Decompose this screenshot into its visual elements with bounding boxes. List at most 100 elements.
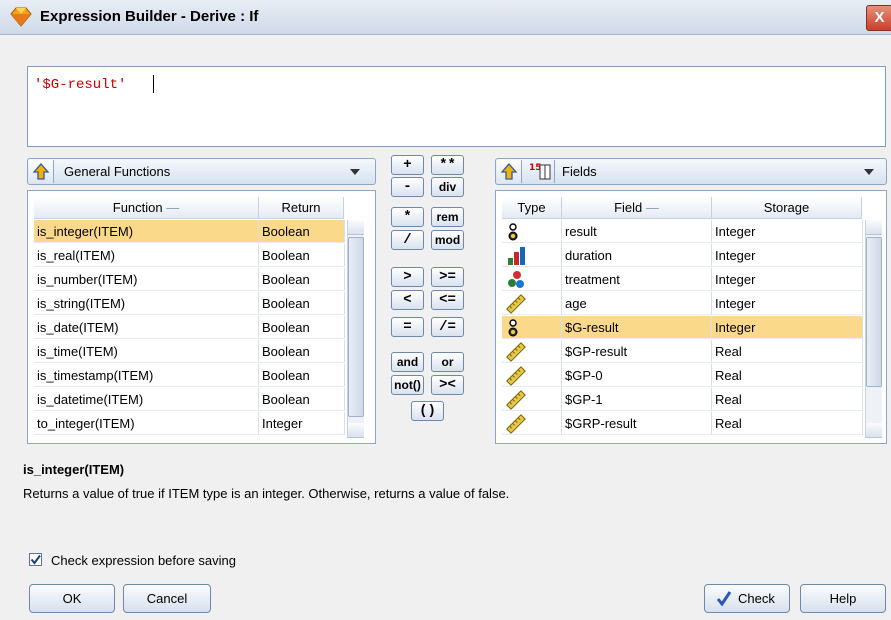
chevron-down-icon (864, 169, 874, 175)
operator-button[interactable]: >= (431, 267, 464, 287)
field-type-cell (502, 268, 562, 291)
field-row[interactable]: result Integer (502, 220, 863, 243)
scroll-up-button[interactable] (866, 220, 882, 235)
checkmark-icon (30, 554, 41, 565)
function-name: is_datetime(ITEM) (34, 388, 259, 411)
field-row[interactable]: $GP-0 Real (502, 364, 863, 387)
field-storage: Real (712, 340, 863, 363)
operator-button[interactable]: mod (431, 230, 464, 250)
function-row[interactable]: is_time(ITEM) Boolean (34, 340, 345, 363)
check-before-saving-checkbox[interactable] (29, 553, 42, 566)
operator-button[interactable]: > (391, 267, 424, 287)
function-return-type: Boolean (259, 340, 345, 363)
function-return-type: Boolean (259, 364, 345, 387)
scroll-down-button[interactable] (348, 423, 364, 438)
function-category-dropdown[interactable]: General Functions (27, 158, 376, 185)
functions-list: is_integer(ITEM) Boolean is_real(ITEM) Bool… (34, 220, 345, 440)
scroll-thumb[interactable] (866, 237, 882, 387)
operator-button[interactable]: /= (431, 317, 464, 337)
operator-button[interactable]: - (391, 177, 424, 197)
continuous-bar-icon (508, 247, 525, 265)
function-name: is_string(ITEM) (34, 292, 259, 315)
scroll-up-button[interactable] (348, 220, 364, 235)
field-column-label: Field (614, 200, 643, 215)
function-row[interactable]: is_real(ITEM) Boolean (34, 244, 345, 267)
operator-button[interactable]: and (391, 352, 424, 372)
cancel-button[interactable]: Cancel (123, 584, 211, 613)
field-type-cell (502, 364, 562, 387)
function-return-type: Boolean (259, 268, 345, 291)
column-header-type[interactable]: Type (502, 197, 562, 219)
operator-button[interactable]: () (411, 401, 444, 421)
field-type-cell (502, 244, 562, 267)
chevron-down-icon (350, 169, 360, 175)
flag-icon (508, 223, 518, 241)
column-header-return[interactable]: Return (259, 197, 344, 219)
scroll-thumb[interactable] (348, 237, 364, 417)
function-row[interactable]: is_datetime(ITEM) Boolean (34, 388, 345, 411)
expression-editor[interactable]: '$G-result' (27, 66, 886, 147)
function-name: is_number(ITEM) (34, 268, 259, 291)
type-column-label: Type (517, 200, 546, 215)
field-row[interactable]: $GP-result Real (502, 340, 863, 363)
scroll-down-button[interactable] (866, 423, 882, 438)
field-row[interactable]: $GP-1 Real (502, 388, 863, 411)
operator-button[interactable]: >< (431, 375, 464, 395)
ruler-icon (506, 294, 526, 314)
field-category-dropdown[interactable]: 15 Fields (495, 158, 887, 185)
ruler-icon (506, 342, 526, 362)
field-row[interactable]: duration Integer (502, 244, 863, 267)
dialog-window: Expression Builder - Derive : If X '$G-r… (0, 0, 891, 620)
field-row[interactable]: age Integer (502, 292, 863, 315)
operator-button[interactable]: or (431, 352, 464, 372)
field-row[interactable]: $GRP-result Real (502, 412, 863, 435)
operator-button[interactable]: <= (431, 290, 464, 310)
operator-button[interactable]: + (391, 155, 424, 175)
field-storage: Real (712, 412, 863, 435)
help-button[interactable]: Help (800, 584, 886, 613)
functions-scrollbar[interactable] (347, 220, 364, 438)
field-storage: Integer (712, 220, 863, 243)
operator-button[interactable]: div (431, 177, 464, 197)
field-type-cell (502, 412, 562, 435)
field-type-cell (502, 388, 562, 411)
field-list-toggle[interactable]: 15 (526, 160, 555, 183)
operator-button[interactable]: / (391, 230, 424, 250)
window-title: Expression Builder - Derive : If (40, 8, 259, 25)
column-header-function[interactable]: Function — (34, 197, 259, 219)
check-button[interactable]: Check (704, 584, 790, 613)
field-type-cell (502, 340, 562, 363)
ruler-icon (506, 414, 526, 434)
field-row[interactable]: $G-result Integer (502, 316, 863, 339)
function-name: is_real(ITEM) (34, 244, 259, 267)
field-storage: Integer (712, 316, 863, 339)
function-row[interactable]: is_string(ITEM) Boolean (34, 292, 345, 315)
function-row[interactable]: is_date(ITEM) Boolean (34, 316, 345, 339)
operator-button[interactable]: not() (391, 375, 424, 395)
field-name: treatment (562, 268, 712, 291)
move-up-button-fields[interactable] (497, 160, 522, 183)
function-row[interactable]: is_number(ITEM) Boolean (34, 268, 345, 291)
operator-button[interactable]: rem (431, 207, 464, 227)
expression-text: '$G-result' (34, 77, 127, 93)
fields-scrollbar[interactable] (865, 220, 882, 438)
field-storage: Integer (712, 268, 863, 291)
operator-button[interactable]: ** (431, 155, 464, 175)
check-before-saving-label[interactable]: Check expression before saving (51, 553, 236, 568)
check-button-label: Check (738, 591, 775, 606)
close-button[interactable]: X (866, 5, 891, 31)
operator-button[interactable]: * (391, 207, 424, 227)
field-row[interactable]: treatment Integer (502, 268, 863, 291)
operator-button[interactable]: = (391, 317, 424, 337)
column-header-field[interactable]: Field — (562, 197, 712, 219)
column-header-storage[interactable]: Storage (712, 197, 862, 219)
function-description-text: Returns a value of true if ITEM type is … (23, 486, 510, 501)
function-row[interactable]: is_integer(ITEM) Boolean (34, 220, 345, 243)
operator-button[interactable]: < (391, 290, 424, 310)
ruler-icon (506, 390, 526, 410)
field-list-icon: 15 (529, 163, 551, 180)
move-up-button[interactable] (29, 160, 54, 183)
function-row[interactable]: is_timestamp(ITEM) Boolean (34, 364, 345, 387)
ok-button[interactable]: OK (29, 584, 115, 613)
function-row[interactable]: to_integer(ITEM) Integer (34, 412, 345, 435)
